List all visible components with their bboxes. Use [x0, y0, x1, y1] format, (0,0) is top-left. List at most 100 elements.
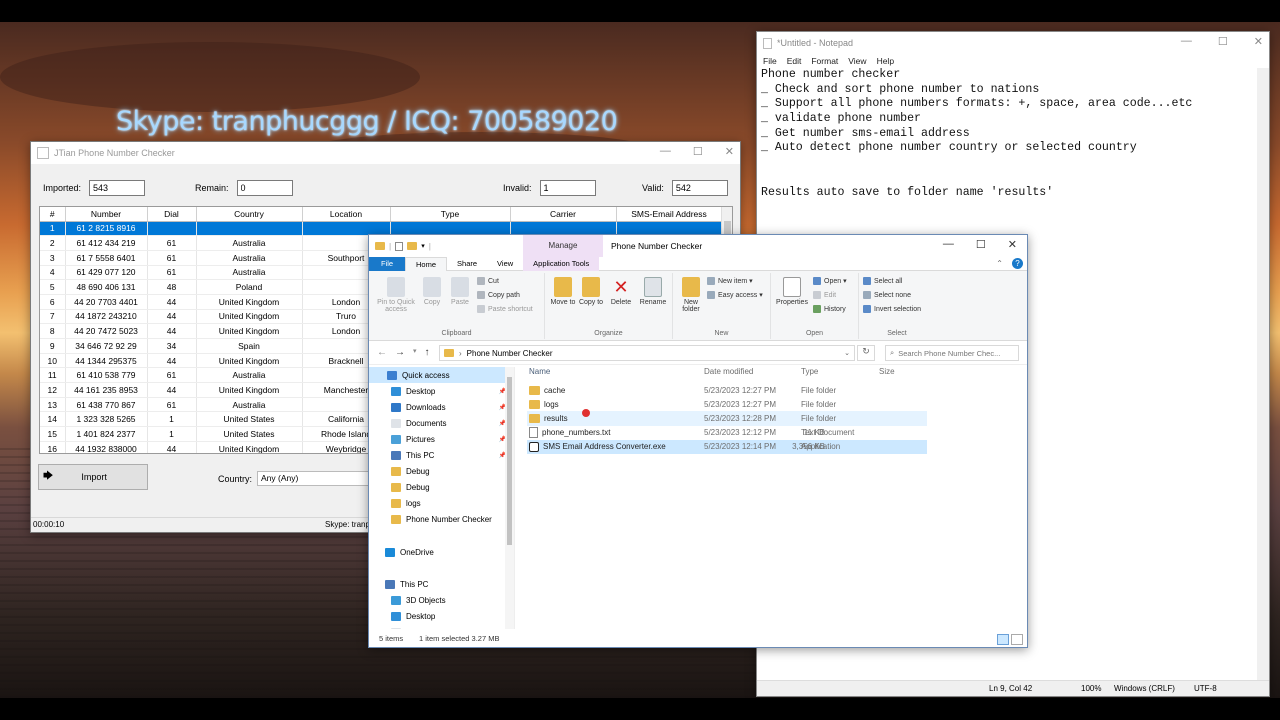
nav-item[interactable]: Phone Number Checker	[369, 512, 514, 528]
address-dropdown-icon[interactable]: ⌄	[844, 349, 850, 357]
copy-button[interactable]: Copy	[419, 277, 445, 306]
menu-format[interactable]: Format	[811, 56, 838, 66]
nav-item[interactable]: Debug	[369, 464, 514, 480]
grid-column-header[interactable]: SMS-Email Address	[616, 207, 723, 222]
import-button[interactable]: 🡆 Import	[38, 464, 148, 490]
recent-dropdown-icon[interactable]: ▾	[413, 347, 417, 358]
file-row[interactable]: cache 5/23/2023 12:27 PM File folder	[527, 383, 927, 397]
manage-tab[interactable]: Manage	[523, 235, 603, 257]
history-button[interactable]: History	[813, 305, 846, 313]
nav-item[interactable]: Desktop	[369, 608, 514, 624]
grid-column-header[interactable]: #	[40, 207, 66, 222]
notepad-scrollbar[interactable]	[1257, 68, 1269, 680]
menu-view[interactable]: View	[848, 56, 866, 66]
nav-item[interactable]: Quick access	[369, 367, 514, 384]
checker-titlebar[interactable]: JTian Phone Number Checker — ☐ ✕	[31, 142, 740, 164]
nav-item[interactable]: 3D Objects	[369, 592, 514, 608]
column-size[interactable]: Size	[879, 367, 895, 376]
copy-to-button[interactable]: Copy to	[577, 277, 605, 306]
file-row[interactable]: phone_numbers.txt 5/23/2023 12:12 PM Text …	[527, 426, 927, 440]
nav-item[interactable]: logs	[369, 496, 514, 512]
edit-button[interactable]: Edit	[813, 291, 836, 299]
new-folder-icon[interactable]	[407, 242, 418, 250]
nav-item[interactable]: Downloads 📌	[369, 399, 514, 415]
nav-item[interactable]: Documents 📌	[369, 415, 514, 431]
menu-edit[interactable]: Edit	[787, 56, 802, 66]
file-list[interactable]: Name Date modified Type Size cache 5/23/2…	[527, 363, 1027, 454]
nav-item[interactable]: Desktop 📌	[369, 383, 514, 399]
easy-access-button[interactable]: Easy access ▾	[707, 291, 763, 299]
help-icon[interactable]: ?	[1012, 258, 1023, 269]
pin-quick-access-button[interactable]: Pin to Quick access	[373, 277, 419, 313]
open-button[interactable]: Open ▾	[813, 277, 847, 285]
copy-path-button[interactable]: Copy path	[477, 291, 520, 299]
ribbon-collapse-icon[interactable]: ⌃	[996, 259, 1003, 268]
paste-button[interactable]: Paste	[447, 277, 473, 306]
menu-help[interactable]: Help	[877, 56, 894, 66]
remain-input[interactable]	[236, 180, 293, 196]
tab-view[interactable]: View	[487, 257, 523, 271]
nav-item[interactable]: Debug	[369, 480, 514, 496]
notepad-maximize-button[interactable]: ☐	[1218, 35, 1228, 48]
tab-application-tools[interactable]: Application Tools	[523, 256, 600, 271]
new-folder-button[interactable]: New folder	[677, 277, 705, 313]
navigation-scrollbar[interactable]	[505, 367, 514, 629]
column-date-modified[interactable]: Date modified	[704, 367, 753, 376]
address-box[interactable]: › Phone Number Checker ⌄	[439, 345, 855, 361]
file-row[interactable]: SMS Email Address Converter.exe 5/23/2023…	[527, 439, 927, 454]
maximize-button[interactable]: ☐	[693, 145, 703, 158]
search-input[interactable]: ⌕ Search Phone Number Chec...	[885, 345, 1019, 361]
properties-button[interactable]: Properties	[773, 277, 811, 306]
invert-selection-button[interactable]: Invert selection	[863, 305, 921, 313]
tab-share[interactable]: Share	[447, 257, 487, 271]
notepad-text-area[interactable]: Phone number checker _ Check and sort pho…	[761, 68, 1257, 200]
notepad-titlebar[interactable]: *Untitled - Notepad — ☐ ✕	[757, 32, 1269, 54]
column-name[interactable]: Name	[529, 367, 550, 376]
explorer-maximize-button[interactable]: ☐	[976, 238, 986, 251]
nav-item[interactable]: This PC	[369, 576, 514, 592]
paste-shortcut-button[interactable]: Paste shortcut	[477, 305, 533, 313]
navigation-pane[interactable]: Quick access Desktop 📌 Downloads 📌 Documents 📌…	[369, 367, 515, 629]
imported-input[interactable]	[89, 180, 146, 196]
invalid-input[interactable]	[539, 180, 596, 196]
notepad-minimize-button[interactable]: —	[1181, 35, 1192, 48]
grid-column-header[interactable]: Location	[302, 207, 391, 222]
select-none-button[interactable]: Select none	[863, 291, 911, 299]
menu-file[interactable]: File	[763, 56, 777, 66]
explorer-close-button[interactable]: ✕	[1008, 238, 1017, 251]
valid-input[interactable]	[671, 180, 728, 196]
nav-item[interactable]: OneDrive	[369, 544, 514, 560]
refresh-button[interactable]: ↻	[857, 345, 875, 361]
notepad-close-button[interactable]: ✕	[1254, 35, 1263, 48]
tab-file[interactable]: File	[369, 256, 405, 271]
properties-icon[interactable]	[395, 241, 404, 251]
forward-arrow-icon[interactable]: →	[395, 347, 405, 358]
nav-item[interactable]: This PC 📌	[369, 447, 514, 463]
country-select[interactable]: Any (Any)	[257, 471, 377, 486]
column-type[interactable]: Type	[801, 367, 818, 376]
close-button[interactable]: ✕	[725, 145, 734, 158]
details-view-icon[interactable]	[997, 634, 1009, 645]
select-all-button[interactable]: Select all	[863, 277, 902, 285]
grid-column-header[interactable]: Dial	[147, 207, 197, 222]
grid-column-header[interactable]: Type	[390, 207, 511, 222]
qat-dropdown-icon[interactable]: ▾	[421, 242, 425, 250]
nav-item[interactable]: Documents	[369, 625, 514, 629]
large-icons-view-icon[interactable]	[1011, 634, 1023, 645]
explorer-titlebar[interactable]: | ▾ | Manage Phone Number Checker — ☐ ✕	[369, 235, 1027, 257]
cut-button[interactable]: Cut	[477, 277, 499, 285]
tab-home[interactable]: Home	[405, 256, 448, 271]
new-item-button[interactable]: New item ▾	[707, 277, 753, 285]
back-arrow-icon[interactable]: ←	[377, 347, 387, 358]
up-arrow-icon[interactable]: ↑	[425, 347, 430, 358]
breadcrumb-current[interactable]: Phone Number Checker	[467, 349, 553, 358]
minimize-button[interactable]: —	[660, 145, 671, 158]
nav-item[interactable]: Pictures 📌	[369, 431, 514, 447]
grid-column-header[interactable]: Number	[65, 207, 148, 222]
rename-button[interactable]: Rename	[637, 277, 669, 306]
delete-button[interactable]: ✕ Delete	[607, 277, 635, 306]
move-to-button[interactable]: Move to	[549, 277, 577, 306]
grid-column-header[interactable]: Carrier	[510, 207, 617, 222]
explorer-minimize-button[interactable]: —	[943, 238, 954, 251]
grid-column-header[interactable]: Country	[196, 207, 303, 222]
